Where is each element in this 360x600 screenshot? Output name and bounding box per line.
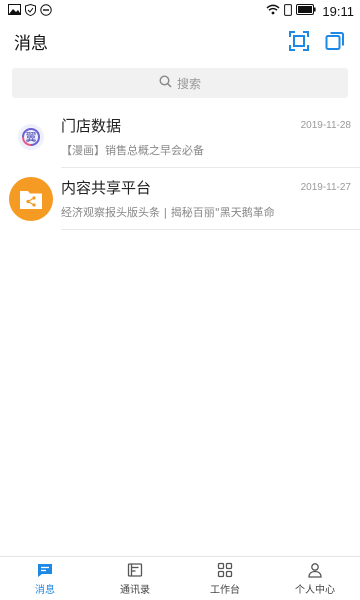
list-item-title: 门店数据 [61, 117, 122, 135]
status-left [8, 3, 52, 19]
tab-label: 个人中心 [295, 585, 335, 596]
list-item-date: 2019-11-28 [300, 120, 351, 131]
avatar: 翼 [9, 115, 53, 159]
windows-icon [325, 32, 344, 50]
tab-profile[interactable]: 个人中心 [270, 557, 360, 600]
minus-circle-icon [40, 3, 52, 19]
bottom-tab-bar: 消息 通讯录 工作台 个人中心 [0, 556, 360, 600]
message-list: 翼 门店数据 2019-11-28 【漫画】销售总概之早会必备 内容共享平台 2… [0, 106, 360, 230]
windows-button[interactable] [324, 30, 346, 52]
chat-icon [36, 561, 54, 579]
search-input[interactable]: 搜索 [12, 68, 348, 98]
list-item-subtitle: 【漫画】销售总概之早会必备 [61, 144, 204, 157]
list-item[interactable]: 内容共享平台 2019-11-27 经济观察报头版头条 | 揭秘百丽"黑天鹅革命 [0, 168, 360, 230]
image-icon [8, 4, 21, 18]
list-item[interactable]: 翼 门店数据 2019-11-28 【漫画】销售总概之早会必备 [0, 106, 360, 168]
avatar [9, 177, 53, 221]
tab-workbench[interactable]: 工作台 [180, 557, 270, 600]
list-item-body: 门店数据 2019-11-28 【漫画】销售总概之早会必备 [61, 106, 360, 168]
user-icon [306, 561, 324, 579]
list-item-subtitle: 经济观察报头版头条 | 揭秘百丽"黑天鹅革命 [61, 206, 275, 219]
list-item-date: 2019-11-27 [300, 182, 351, 193]
battery-icon [296, 4, 317, 18]
phone-icon [284, 3, 293, 19]
header: 消息 [0, 26, 360, 56]
tab-messages[interactable]: 消息 [0, 557, 90, 600]
tab-label: 工作台 [210, 585, 240, 596]
search-icon [159, 75, 172, 91]
search-placeholder: 搜索 [176, 76, 201, 91]
status-right: 19:11 [266, 4, 354, 19]
list-item-body: 内容共享平台 2019-11-27 经济观察报头版头条 | 揭秘百丽"黑天鹅革命 [61, 168, 360, 230]
page-title: 消息 [14, 33, 48, 54]
grid-icon [216, 561, 234, 579]
tab-label: 通讯录 [120, 585, 150, 596]
wifi-icon [266, 4, 280, 18]
contacts-icon [126, 561, 144, 579]
tab-contacts[interactable]: 通讯录 [90, 557, 180, 600]
shield-icon [25, 3, 36, 19]
list-item-title: 内容共享平台 [61, 179, 152, 197]
folder-share-icon [20, 191, 42, 209]
svg-text:翼: 翼 [26, 131, 37, 144]
status-time: 19:11 [322, 3, 354, 19]
header-actions [288, 30, 346, 52]
store-data-icon: 翼 [18, 124, 44, 150]
tab-label: 消息 [35, 585, 55, 596]
status-bar: 19:11 [0, 0, 360, 22]
scan-icon [289, 31, 309, 51]
scan-button[interactable] [288, 30, 310, 52]
